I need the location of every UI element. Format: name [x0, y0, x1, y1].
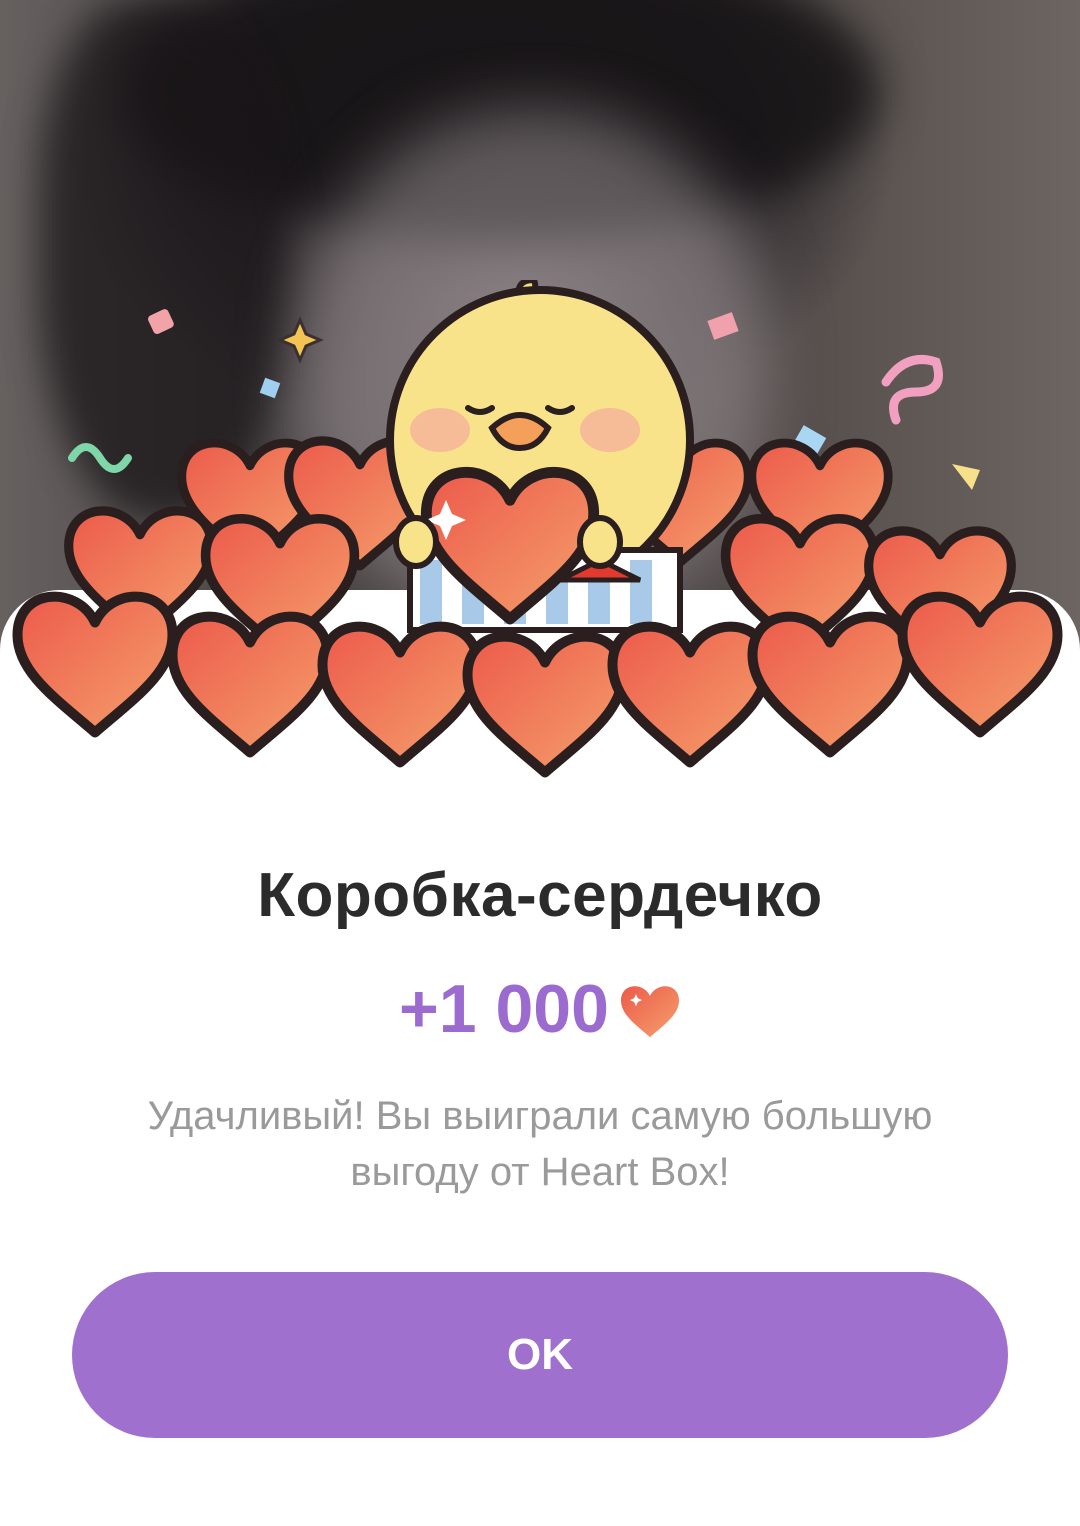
- chick-with-heart-box-icon: [0, 280, 1080, 800]
- reward-message: Удачливый! Вы выиграли самую большую выг…: [147, 1094, 933, 1194]
- reward-amount-row: +1 000: [0, 970, 1080, 1048]
- heart-icon: [620, 986, 679, 1038]
- dialog-title: Коробка-сердечко: [257, 861, 823, 930]
- ok-button[interactable]: OK: [72, 1272, 1008, 1438]
- reward-amount: +1 000: [399, 971, 609, 1047]
- heart-box-reward-screen: Коробка-сердечко +1 000 Удачливый! Вы вы…: [0, 0, 1080, 1526]
